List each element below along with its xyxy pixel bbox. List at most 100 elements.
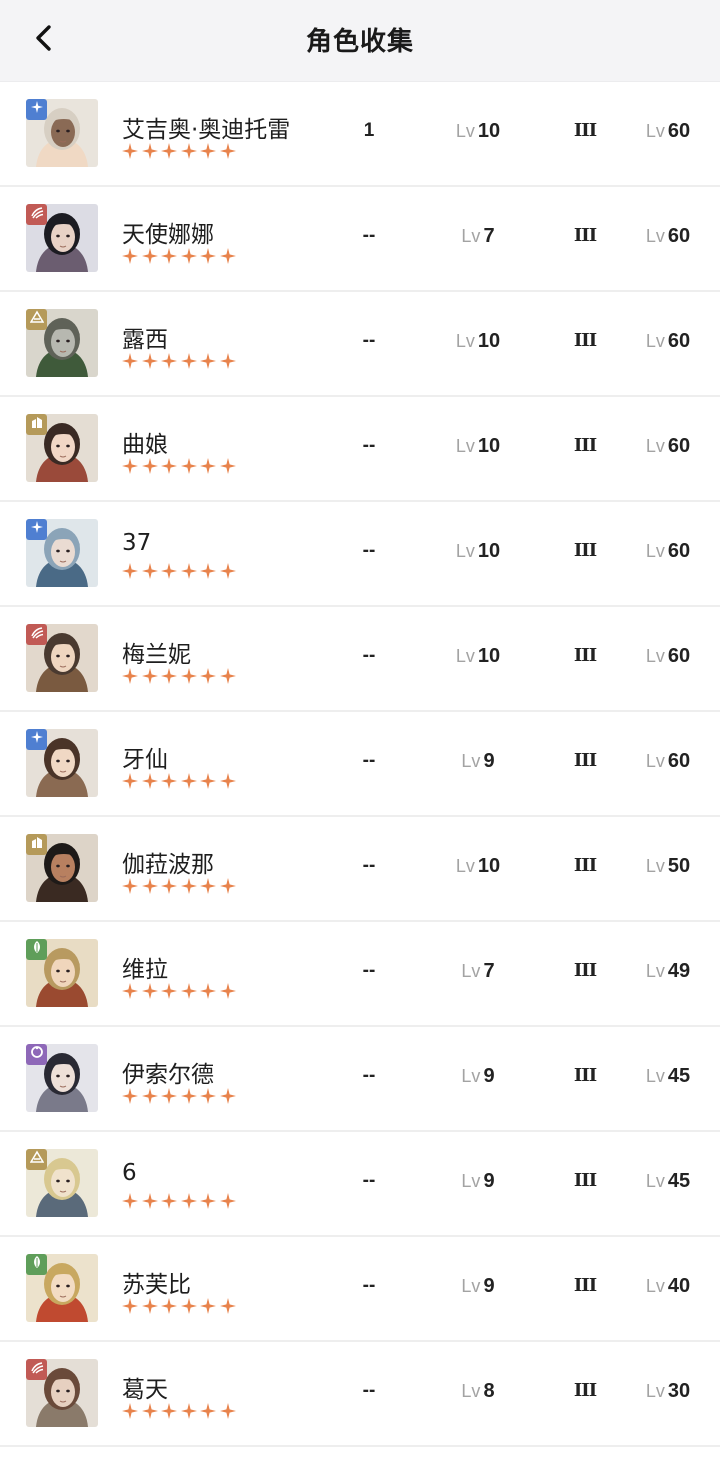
star-icon bbox=[161, 563, 177, 584]
rank-value: 1 bbox=[363, 120, 375, 141]
star-rating bbox=[122, 353, 236, 374]
rank-value: -- bbox=[362, 330, 376, 351]
star-icon bbox=[161, 983, 177, 1004]
element-badge bbox=[26, 939, 47, 960]
star-icon bbox=[122, 878, 138, 899]
element-badge bbox=[26, 519, 47, 540]
character-row[interactable]: 维拉 -- Lv 7 III Lv 49 bbox=[0, 922, 720, 1027]
tier-value: III bbox=[573, 855, 597, 876]
star-rating bbox=[122, 983, 236, 1004]
character-row[interactable]: 牙仙 -- Lv 9 III Lv 60 bbox=[0, 712, 720, 817]
character-row[interactable]: 伽菈波那 -- Lv 10 III Lv 50 bbox=[0, 817, 720, 922]
secondary-level: Lv 60 bbox=[630, 330, 706, 356]
star-icon bbox=[219, 143, 236, 164]
character-row[interactable]: 艾吉奥·奥迪托雷 1 Lv 10 III Lv 60 bbox=[0, 82, 720, 187]
rank-value: -- bbox=[362, 1275, 376, 1296]
level-value: 50 bbox=[667, 855, 691, 877]
star-icon bbox=[122, 1193, 138, 1214]
star-icon bbox=[180, 248, 197, 269]
secondary-level: Lv 60 bbox=[630, 750, 706, 776]
star-icon bbox=[161, 1403, 177, 1424]
character-row[interactable]: 梅兰妮 -- Lv 10 III Lv 60 bbox=[0, 607, 720, 712]
star-icon bbox=[180, 353, 197, 374]
character-row[interactable]: 曲娘 -- Lv 10 III Lv 60 bbox=[0, 397, 720, 502]
secondary-level: Lv 40 bbox=[630, 1275, 706, 1301]
star-icon bbox=[200, 563, 216, 584]
secondary-level: Lv 49 bbox=[630, 960, 706, 986]
star-icon bbox=[200, 983, 216, 1004]
secondary-level: Lv 60 bbox=[630, 540, 706, 566]
rank-value: -- bbox=[362, 1170, 376, 1191]
character-row[interactable]: 露西 -- Lv 10 III Lv 60 bbox=[0, 292, 720, 397]
star-rating bbox=[122, 458, 236, 479]
level-value: 10 bbox=[477, 540, 501, 562]
element-badge bbox=[26, 309, 47, 330]
building-icon bbox=[30, 835, 44, 854]
star-icon bbox=[180, 773, 197, 794]
character-row[interactable]: 37 -- Lv 10 III Lv 60 bbox=[0, 502, 720, 607]
element-badge bbox=[26, 1254, 47, 1275]
level-value: 60 bbox=[667, 120, 691, 142]
star-icon bbox=[122, 983, 138, 1004]
star-icon bbox=[200, 878, 216, 899]
level-value: 60 bbox=[667, 225, 691, 247]
star-icon bbox=[141, 143, 158, 164]
character-row[interactable]: 葛天 -- Lv 8 III Lv 30 bbox=[0, 1342, 720, 1447]
star-rating bbox=[122, 1088, 236, 1109]
star-rating bbox=[122, 563, 236, 584]
star-icon bbox=[219, 878, 236, 899]
level-value: 9 bbox=[483, 1065, 495, 1087]
star-icon bbox=[141, 563, 158, 584]
star-icon bbox=[161, 1193, 177, 1214]
star-icon bbox=[180, 983, 197, 1004]
star-rating bbox=[122, 248, 236, 269]
tier-value: III bbox=[573, 645, 597, 666]
level-prefix: Lv bbox=[645, 961, 665, 981]
star-icon bbox=[200, 458, 216, 479]
character-row[interactable]: 6 -- Lv 9 III Lv 45 bbox=[0, 1132, 720, 1237]
level-prefix: Lv bbox=[455, 436, 475, 456]
star-icon bbox=[141, 668, 158, 689]
star-icon bbox=[141, 1298, 158, 1319]
secondary-level: Lv 45 bbox=[630, 1065, 706, 1091]
star-icon bbox=[141, 1403, 158, 1424]
character-level: Lv 10 bbox=[440, 540, 516, 566]
star-icon bbox=[180, 1298, 197, 1319]
tier-value: III bbox=[573, 750, 597, 771]
character-row[interactable]: 天使娜娜 -- Lv 7 III Lv 60 bbox=[0, 187, 720, 292]
star-rating bbox=[122, 1193, 236, 1214]
star-icon bbox=[161, 248, 177, 269]
star-icon bbox=[200, 143, 216, 164]
sparkle-icon bbox=[30, 100, 44, 119]
level-value: 9 bbox=[483, 750, 495, 772]
character-name: 梅兰妮 bbox=[122, 642, 191, 668]
character-level: Lv 7 bbox=[440, 225, 516, 251]
secondary-level: Lv 45 bbox=[630, 1170, 706, 1196]
star-icon bbox=[161, 773, 177, 794]
sparkle-icon bbox=[30, 520, 44, 539]
level-value: 10 bbox=[477, 120, 501, 142]
tier-value: III bbox=[573, 330, 597, 351]
level-prefix: Lv bbox=[645, 1276, 665, 1296]
level-prefix: Lv bbox=[645, 541, 665, 561]
level-value: 9 bbox=[483, 1275, 495, 1297]
star-icon bbox=[219, 1193, 236, 1214]
star-icon bbox=[200, 1298, 216, 1319]
character-row[interactable]: 苏芙比 -- Lv 9 III Lv 40 bbox=[0, 1237, 720, 1342]
element-badge bbox=[26, 1044, 47, 1065]
wave-icon bbox=[30, 1360, 44, 1379]
level-prefix: Lv bbox=[645, 1066, 665, 1086]
star-icon bbox=[122, 773, 138, 794]
rank-value: -- bbox=[362, 1380, 376, 1401]
character-row[interactable]: 伊索尔德 -- Lv 9 III Lv 45 bbox=[0, 1027, 720, 1132]
star-icon bbox=[141, 458, 158, 479]
star-icon bbox=[200, 353, 216, 374]
star-icon bbox=[122, 353, 138, 374]
level-value: 49 bbox=[667, 960, 691, 982]
back-button[interactable] bbox=[26, 22, 62, 58]
star-icon bbox=[219, 983, 236, 1004]
tier-value: III bbox=[573, 1170, 597, 1191]
sparkle-icon bbox=[30, 730, 44, 749]
star-icon bbox=[180, 668, 197, 689]
mountain-icon bbox=[29, 1150, 44, 1169]
